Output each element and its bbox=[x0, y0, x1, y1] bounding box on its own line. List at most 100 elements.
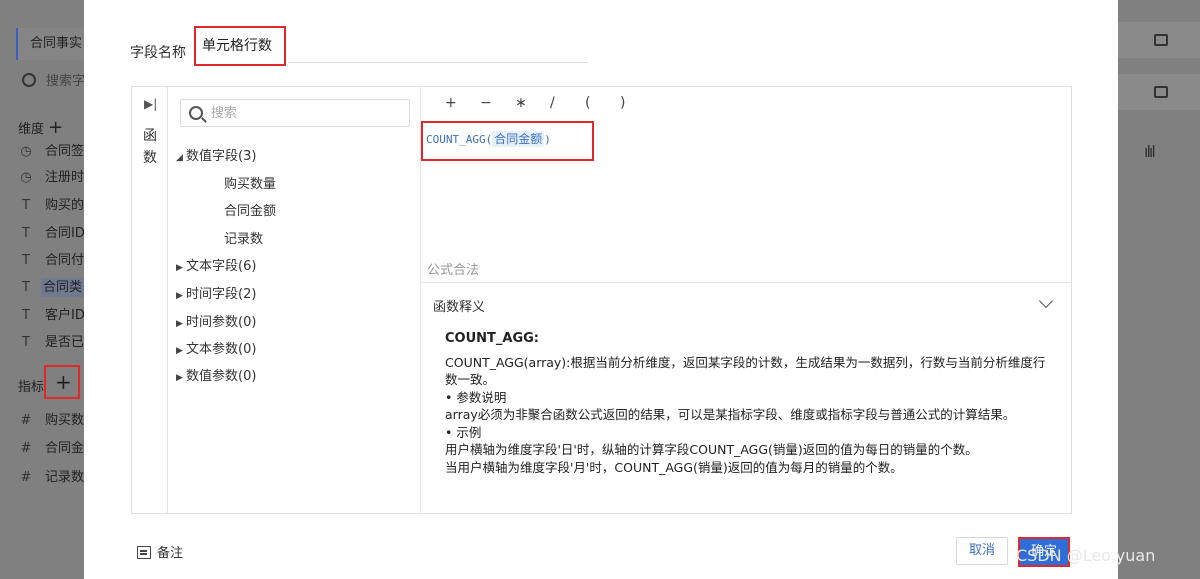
field-search[interactable] bbox=[180, 99, 410, 127]
metric-item: # 合同金 bbox=[18, 437, 84, 461]
dimension-item: T 合同付 bbox=[18, 249, 84, 273]
text-field-icon: T bbox=[22, 335, 30, 350]
field-name-label: 字段名称 bbox=[130, 45, 186, 61]
dimension-item: T 购买的 bbox=[18, 194, 84, 218]
dimension-item-label: 合同类 bbox=[41, 278, 84, 297]
tree-group-text-param[interactable]: ▶ 文本参数(0) bbox=[176, 338, 256, 357]
help-body: COUNT_AGG: COUNT_AGG(array):根据当前分析维度，返回某… bbox=[445, 330, 1055, 476]
tree-leaf-field[interactable]: 合同金额 bbox=[224, 200, 276, 219]
dimension-item: T 是否已 bbox=[18, 331, 84, 355]
tree-group-numeric-param[interactable]: ▶ 数值参数(0) bbox=[176, 365, 256, 384]
text-field-icon: T bbox=[22, 308, 30, 323]
dimension-item-label: 是否已 bbox=[45, 335, 84, 350]
operator-open-paren-button[interactable]: ( bbox=[585, 95, 620, 111]
function-help-panel: 函数释义 COUNT_AGG: COUNT_AGG(array):根据当前分析维… bbox=[421, 284, 1071, 513]
search-icon bbox=[189, 106, 203, 120]
tree-group-label: 文本字段(6) bbox=[186, 259, 257, 274]
formula-editor: ▶| 函数 ◢数值字段(3) 购买数量 合同金额 记录数 ▶文本字段(6) ▶时… bbox=[131, 86, 1072, 514]
metric-section-label: 指标 bbox=[18, 380, 45, 395]
operator-plus-button[interactable]: + bbox=[445, 95, 480, 111]
clock-icon: ◷ bbox=[20, 144, 32, 159]
dimension-item-label: 客户ID bbox=[45, 308, 84, 323]
clock-icon: ◷ bbox=[20, 170, 32, 185]
tree-group-label: 数值字段(3) bbox=[186, 149, 257, 164]
tree-leaf-field[interactable]: 购买数量 bbox=[224, 173, 276, 192]
dimension-section: 维度 + bbox=[18, 117, 63, 138]
note-label: 备注 bbox=[157, 546, 184, 561]
text-field-icon: T bbox=[22, 253, 30, 268]
expand-icon: ▶ bbox=[176, 263, 183, 273]
help-example-2: 当用户横轴为维度字段'月'时，COUNT_AGG(销量)返回的值为每月的销量的个… bbox=[445, 459, 903, 475]
operator-multiply-button[interactable]: ∗ bbox=[515, 95, 550, 111]
help-param-text: array必须为非聚合函数公式返回的结果，可以是某指标字段、维度或指标字段与普通… bbox=[445, 407, 1016, 422]
operator-close-paren-button[interactable]: ) bbox=[620, 95, 655, 111]
dimension-item-label: 合同付 bbox=[45, 253, 84, 268]
background-search-placeholder: 搜索字 bbox=[46, 74, 84, 89]
help-title: 函数释义 bbox=[433, 300, 486, 315]
help-param-header: • 参数说明 bbox=[445, 389, 507, 405]
tree-group-label: 时间参数(0) bbox=[186, 315, 257, 330]
tree-group-time[interactable]: ▶ 时间字段(2) bbox=[176, 283, 256, 302]
formula-function: COUNT_AGG( bbox=[426, 133, 493, 146]
field-tree: ◢数值字段(3) 购买数量 合同金额 记录数 ▶文本字段(6) ▶时间字段(2)… bbox=[168, 87, 421, 513]
number-field-icon: # bbox=[20, 441, 32, 456]
cancel-button[interactable]: 取消 bbox=[956, 537, 1008, 565]
expand-icon: ▶ bbox=[176, 346, 183, 356]
note-button[interactable]: 备注 bbox=[137, 542, 183, 561]
function-tab-column: ▶| 函数 bbox=[132, 87, 168, 513]
help-example-1: 用户横轴为维度字段'日'时，纵轴的计算字段COUNT_AGG(销量)返回的值为每… bbox=[445, 442, 978, 457]
tree-leaf-field[interactable]: 记录数 bbox=[224, 228, 263, 247]
formula-text[interactable]: COUNT_AGG(合同金额) bbox=[426, 130, 551, 147]
text-field-icon: T bbox=[22, 226, 30, 241]
plus-icon: + bbox=[55, 370, 72, 394]
lock-icon bbox=[1154, 34, 1168, 46]
dimension-item: T 合同ID bbox=[18, 222, 84, 246]
tree-group-label: 数值参数(0) bbox=[186, 369, 257, 384]
tab-functions[interactable]: 函数 bbox=[141, 125, 159, 169]
dimension-item: T 合同类 bbox=[18, 276, 84, 300]
dimension-item: T 客户ID bbox=[18, 304, 84, 328]
tree-group-numeric[interactable]: ◢ 数值字段(3) bbox=[176, 145, 256, 164]
dimension-item-label: 注册时 bbox=[45, 170, 84, 185]
background-right-panel: ılıl bbox=[1118, 0, 1200, 579]
field-name-input[interactable]: 单元格行数 bbox=[194, 26, 286, 66]
tree-group-text[interactable]: ▶ 文本字段(6) bbox=[176, 255, 256, 274]
background-slot bbox=[1118, 74, 1200, 110]
tree-group-label: 文本参数(0) bbox=[186, 342, 257, 357]
dimension-item-label: 合同ID bbox=[45, 226, 84, 241]
lock-icon bbox=[1154, 86, 1168, 98]
metric-item: # 购买数 bbox=[18, 409, 84, 433]
field-search-input[interactable] bbox=[211, 103, 401, 123]
formula-field-chip[interactable]: 合同金额 bbox=[492, 131, 545, 147]
chevron-down-icon[interactable] bbox=[1038, 293, 1054, 309]
add-dimension-icon: + bbox=[48, 117, 64, 138]
tree-group-time-param[interactable]: ▶ 时间参数(0) bbox=[176, 311, 256, 330]
background-sidebar: 合同事实 搜索字 维度 + ◷ 合同签 ◷ 注册时 T 购买的 T 合同ID T 合同付 T 合同类 T… bbox=[0, 0, 84, 579]
search-icon bbox=[22, 73, 36, 87]
help-description: COUNT_AGG(array):根据当前分析维度，返回某字段的计数，生成结果为… bbox=[445, 354, 1046, 388]
text-field-icon: T bbox=[22, 198, 30, 213]
syntax-status: 公式合法 bbox=[427, 263, 480, 278]
metric-item-label: 合同金 bbox=[45, 441, 84, 456]
operator-minus-button[interactable]: − bbox=[480, 95, 515, 111]
background-slot bbox=[1118, 22, 1200, 58]
operator-divide-button[interactable]: / bbox=[550, 95, 585, 111]
dimension-item-label: 合同签 bbox=[45, 144, 84, 159]
metric-item-label: 记录数 bbox=[45, 470, 84, 485]
dimension-item: ◷ 合同签 bbox=[18, 140, 84, 164]
add-metric-button[interactable]: + bbox=[44, 365, 80, 399]
tree-group-label: 时间字段(2) bbox=[186, 287, 257, 302]
expand-icon: ▶ bbox=[176, 319, 183, 329]
calculated-field-dialog: 字段名称 单元格行数 ▶| 函数 ◢数值字段(3) 购买数量 合同金额 记录数 … bbox=[84, 0, 1118, 579]
help-example-header: • 示例 bbox=[445, 424, 482, 440]
expand-icon: ▶ bbox=[176, 373, 183, 383]
expand-panel-icon[interactable]: ▶| bbox=[144, 97, 157, 111]
metric-item: # 记录数 bbox=[18, 466, 84, 490]
dataset-tab: 合同事实 bbox=[16, 28, 84, 60]
formula-input-area[interactable]: + − ∗ /() COUNT_AGG(合同金额) 公式合法 bbox=[421, 87, 1071, 283]
metric-item-label: 购买数 bbox=[45, 413, 84, 428]
number-field-icon: # bbox=[20, 470, 32, 485]
number-field-icon: # bbox=[20, 413, 32, 428]
background-search: 搜索字 bbox=[16, 68, 84, 96]
chart-bars-icon: ılıl bbox=[1144, 142, 1156, 161]
